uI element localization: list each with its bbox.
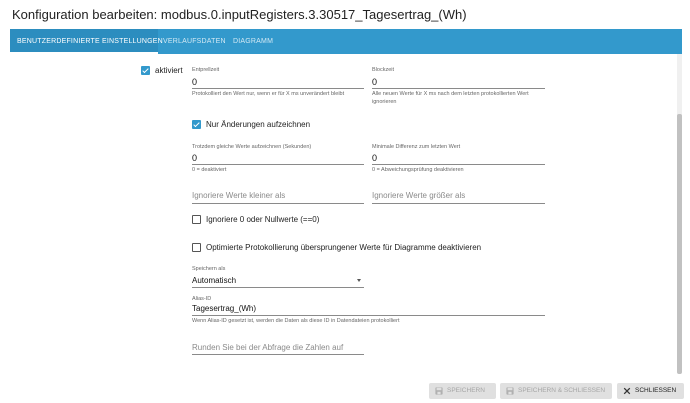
close-button[interactable]: SCHLIESSEN <box>617 383 684 399</box>
close-button-label: SCHLIESSEN <box>635 387 677 394</box>
store-as-label: Speichern als <box>192 266 226 272</box>
tab-chart[interactable]: DIAGRAMM <box>229 29 277 54</box>
same-values-label: Trotzdem gleiche Werte aufzeichnen (Seku… <box>192 144 312 150</box>
ignore-zero-checkbox[interactable] <box>192 215 201 224</box>
save-close-button-label: SPEICHERN & SCHLIESSEN <box>518 387 606 394</box>
blocktime-label: Blockzeit <box>372 67 395 73</box>
scrollbar[interactable] <box>677 54 682 374</box>
scrollbar-thumb[interactable] <box>677 114 682 374</box>
same-values-helper: 0 = deaktiviert <box>192 167 227 173</box>
save-icon <box>435 387 443 395</box>
min-diff-label: Minimale Differenz zum letzten Wert <box>372 144 461 150</box>
min-diff-helper: 0 = Abweichungsprüfung deaktivieren <box>372 167 464 173</box>
alias-input[interactable]: Tagesertrag_(Wh) <box>192 304 256 313</box>
changes-only-checkbox[interactable] <box>192 120 201 129</box>
round-underline <box>192 354 364 355</box>
alias-helper: Wenn Alias-ID gesetzt ist, werden die Da… <box>192 318 400 324</box>
ignore-above-input[interactable]: Ignoriere Werte größer als <box>372 191 465 200</box>
enabled-checkbox[interactable] <box>141 66 150 75</box>
store-as-select[interactable]: Automatisch <box>192 276 236 285</box>
save-icon <box>506 387 514 395</box>
tab-custom-settings[interactable]: BENUTZERDEFINIERTE EINSTELLUNGEN <box>10 29 163 54</box>
ignore-above-underline <box>372 203 545 204</box>
save-button[interactable]: SPEICHERN <box>429 383 496 399</box>
blocktime-input[interactable]: 0 <box>372 77 377 87</box>
tab-history-data[interactable]: VERLAUFSDATEN <box>159 29 230 54</box>
alias-label: Alias-ID <box>192 296 212 302</box>
blocktime-helper: Alle neuen Werte für X ms nach dem letzt… <box>372 91 529 105</box>
debounce-input[interactable]: 0 <box>192 77 197 87</box>
dialog-title: Konfiguration bearbeiten: modbus.0.input… <box>12 7 467 22</box>
disable-skipped-label: Optimierte Protokollierung übersprungene… <box>206 243 482 252</box>
store-as-underline <box>192 287 364 288</box>
ignore-zero-label: Ignoriere 0 oder Nullwerte (==0) <box>206 215 320 224</box>
ignore-below-underline <box>192 203 364 204</box>
min-diff-input[interactable]: 0 <box>372 153 377 163</box>
ignore-below-input[interactable]: Ignoriere Werte kleiner als <box>192 191 285 200</box>
chevron-down-icon[interactable] <box>357 279 361 282</box>
save-button-label: SPEICHERN <box>447 387 485 394</box>
min-diff-underline <box>372 164 545 165</box>
same-values-underline <box>192 164 364 165</box>
disable-skipped-checkbox[interactable] <box>192 243 201 252</box>
debounce-label: Entprellzeit <box>192 67 220 73</box>
enabled-label: aktiviert <box>155 66 183 75</box>
debounce-helper: Protokolliert den Wert nur, wenn er für … <box>192 91 345 97</box>
round-input[interactable]: Runden Sie bei der Abfrage die Zahlen au… <box>192 343 343 352</box>
debounce-underline <box>192 88 364 89</box>
blocktime-underline <box>372 88 545 89</box>
changes-only-label: Nur Änderungen aufzeichnen <box>206 120 311 129</box>
alias-underline <box>192 315 545 316</box>
tab-bar: BENUTZERDEFINIERTE EINSTELLUNGEN VERLAUF… <box>10 29 682 54</box>
close-icon <box>623 387 631 395</box>
save-close-button[interactable]: SPEICHERN & SCHLIESSEN <box>500 383 612 399</box>
same-values-input[interactable]: 0 <box>192 153 197 163</box>
